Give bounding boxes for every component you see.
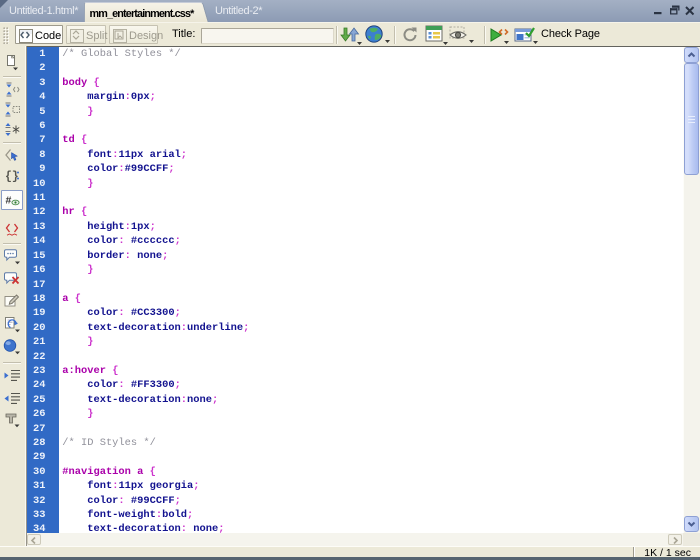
- svg-text:{}: {}: [5, 170, 19, 183]
- svg-text:#: #: [6, 195, 12, 207]
